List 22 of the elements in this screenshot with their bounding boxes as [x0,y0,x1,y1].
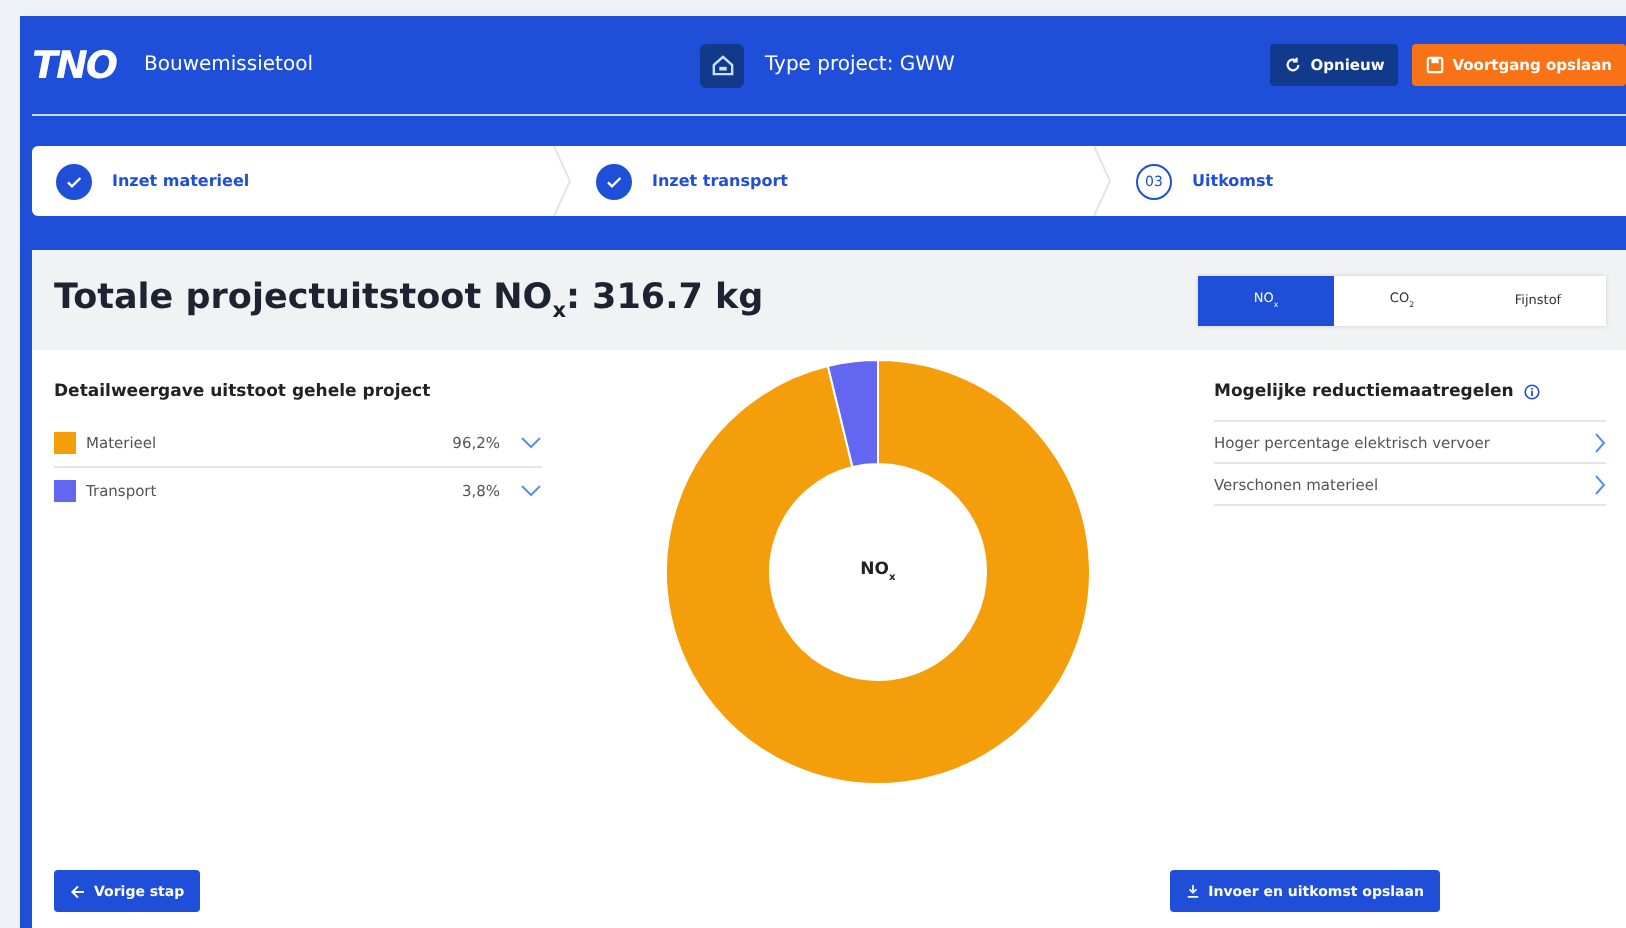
download-icon [1186,884,1201,898]
chevron-divider [552,146,572,216]
info-icon[interactable] [1523,384,1540,400]
step-label[interactable]: Uitkomst [1192,172,1274,190]
detail-heading: Detailweergave uitstoot gehele project [54,382,433,402]
chevron-down-icon[interactable] [520,484,542,498]
donut-center-label: NO$_{x}$ [860,560,896,584]
save-icon [1426,56,1445,74]
project-type: Type project: GWW [764,54,955,76]
total-emission-title: Totale projectuitstoot NO$_{x}$: 316.7 kg [54,277,764,323]
arrow-left-icon [70,883,86,899]
chevron-right-icon[interactable] [1594,431,1606,453]
app-name: Bouwemissietool [144,54,313,76]
refresh-icon [1284,56,1303,74]
chevron-right-icon[interactable] [1594,473,1606,495]
chevron-divider [1092,146,1112,216]
step-label[interactable]: Inzet transport [652,172,788,190]
step-label[interactable]: Inzet materieel [112,172,250,190]
chevron-down-icon[interactable] [520,436,542,450]
house-icon [700,43,745,87]
measures-heading: Mogelijke reductiemaatregelen [1214,382,1514,402]
logo: TNO [32,43,117,87]
